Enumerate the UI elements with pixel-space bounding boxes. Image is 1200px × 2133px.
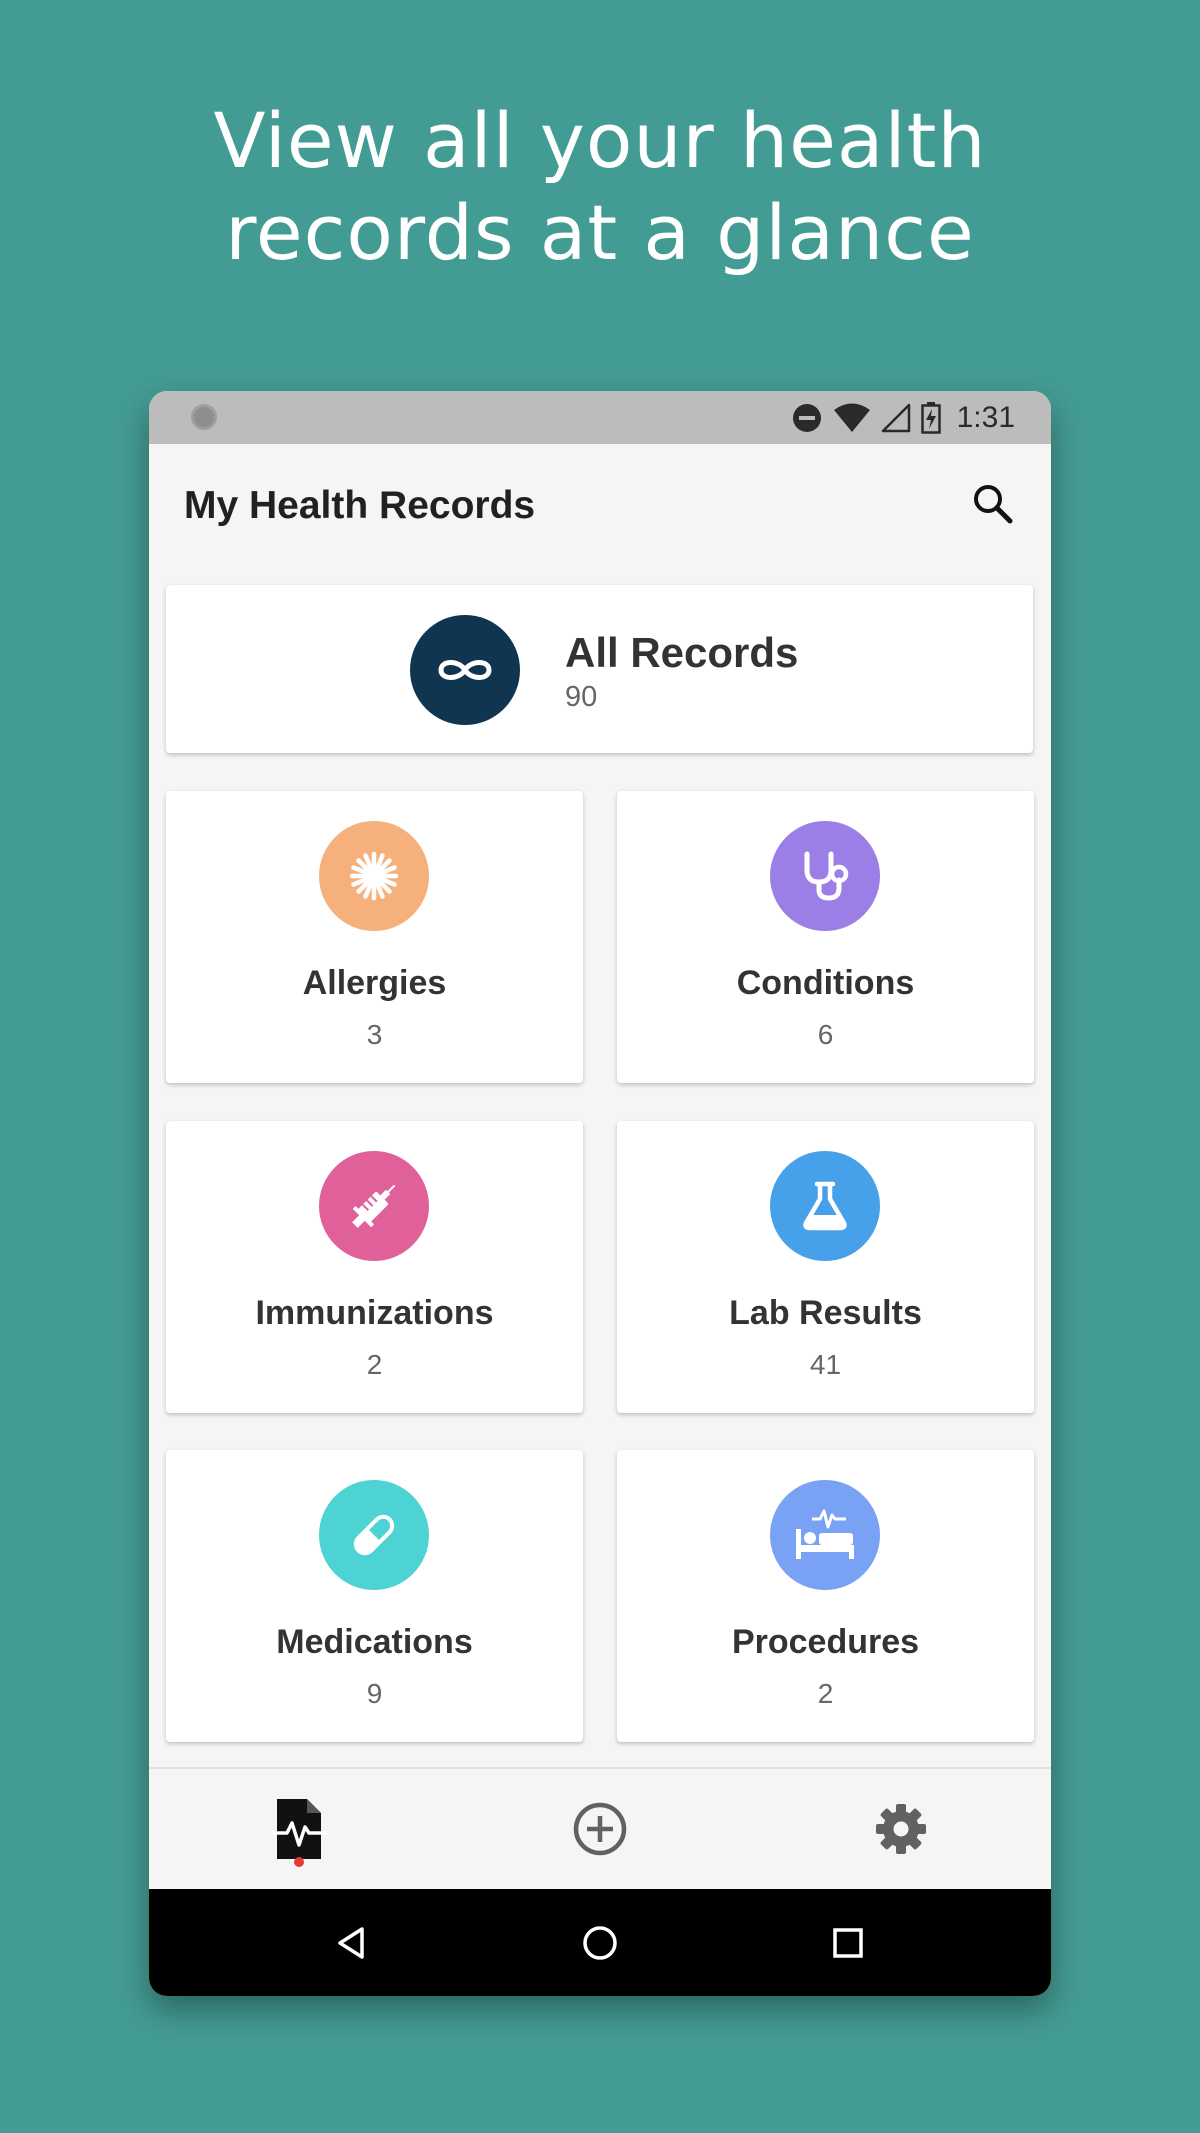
- do-not-disturb-icon: [792, 403, 821, 432]
- search-button[interactable]: [963, 474, 1023, 534]
- stethoscope-icon: [804, 851, 849, 901]
- back-button[interactable]: [320, 1911, 384, 1975]
- all-records-card[interactable]: All Records 90: [166, 585, 1033, 753]
- category-count: 3: [366, 1019, 383, 1050]
- phone-screen: 1:31 My Health Records All Records 90 Al…: [149, 391, 1051, 1996]
- promo-headline-line-2: records at a glance: [225, 188, 975, 277]
- app-bar: My Health Records: [149, 444, 1051, 572]
- category-tile-allergies[interactable]: Allergies 3: [166, 791, 583, 1083]
- category-label: Procedures: [731, 1623, 920, 1661]
- home-icon: [583, 1926, 617, 1960]
- status-bar: 1:31: [149, 391, 1051, 444]
- home-button[interactable]: [568, 1911, 632, 1975]
- category-icon-circle: [319, 821, 429, 931]
- category-tile-immunizations[interactable]: Immunizations 2: [166, 1121, 583, 1413]
- category-label: Allergies: [302, 964, 447, 1002]
- category-count: 41: [809, 1349, 842, 1380]
- nav-records-tab[interactable]: [239, 1769, 359, 1889]
- category-icon-circle: [770, 1151, 880, 1261]
- category-tile-procedures[interactable]: Procedures 2: [617, 1450, 1034, 1742]
- bottom-navigation: [149, 1767, 1051, 1889]
- category-count: 9: [366, 1678, 383, 1709]
- category-label: Conditions: [736, 964, 915, 1002]
- all-records-count: 90: [565, 681, 598, 713]
- category-icon-circle: [319, 1151, 429, 1261]
- notification-icon: [191, 404, 217, 430]
- nav-settings-tab[interactable]: [841, 1769, 961, 1889]
- category-count: 6: [817, 1019, 834, 1050]
- active-tab-indicator: [294, 1857, 304, 1867]
- system-navigation-bar: [149, 1889, 1051, 1996]
- all-records-icon-circle: [410, 615, 520, 725]
- pill-icon: [353, 1514, 395, 1556]
- category-tile-conditions[interactable]: Conditions 6: [617, 791, 1034, 1083]
- category-count: 2: [817, 1678, 834, 1709]
- category-icon-circle: [770, 1480, 880, 1590]
- category-label: Medications: [276, 1623, 473, 1661]
- status-icons: 1:31: [791, 391, 1015, 444]
- back-icon: [338, 1927, 364, 1959]
- recents-icon: [833, 1928, 863, 1958]
- settings-icon: [876, 1804, 926, 1854]
- category-icon-circle: [770, 821, 880, 931]
- category-tile-lab-results[interactable]: Lab Results 41: [617, 1121, 1034, 1413]
- page-title: My Health Records: [184, 484, 536, 527]
- category-count: 2: [366, 1349, 383, 1380]
- all-records-label: All Records: [565, 629, 799, 676]
- recents-button[interactable]: [816, 1911, 880, 1975]
- category-tile-medications[interactable]: Medications 9: [166, 1450, 583, 1742]
- cell-signal-icon: [881, 403, 910, 432]
- category-label: Lab Results: [729, 1294, 922, 1332]
- category-icon-circle: [319, 1480, 429, 1590]
- flask-icon: [803, 1181, 847, 1231]
- infinity-icon: [438, 660, 492, 680]
- nav-add-tab[interactable]: [540, 1769, 660, 1889]
- promo-headline-line-1: View all your health: [213, 96, 987, 185]
- wifi-icon: [833, 403, 870, 432]
- hospital-bed-icon: [796, 1509, 854, 1559]
- add-circle-icon: [573, 1802, 627, 1856]
- status-time: 1:31: [956, 400, 1015, 434]
- promo-headline: View all your health records at a glance: [0, 95, 1200, 279]
- allergen-icon: [349, 851, 399, 901]
- category-label: Immunizations: [255, 1294, 494, 1332]
- battery-charging-icon: [920, 401, 941, 434]
- syringe-icon: [352, 1184, 396, 1228]
- search-icon: [974, 485, 1013, 524]
- records-icon: [271, 1799, 327, 1859]
